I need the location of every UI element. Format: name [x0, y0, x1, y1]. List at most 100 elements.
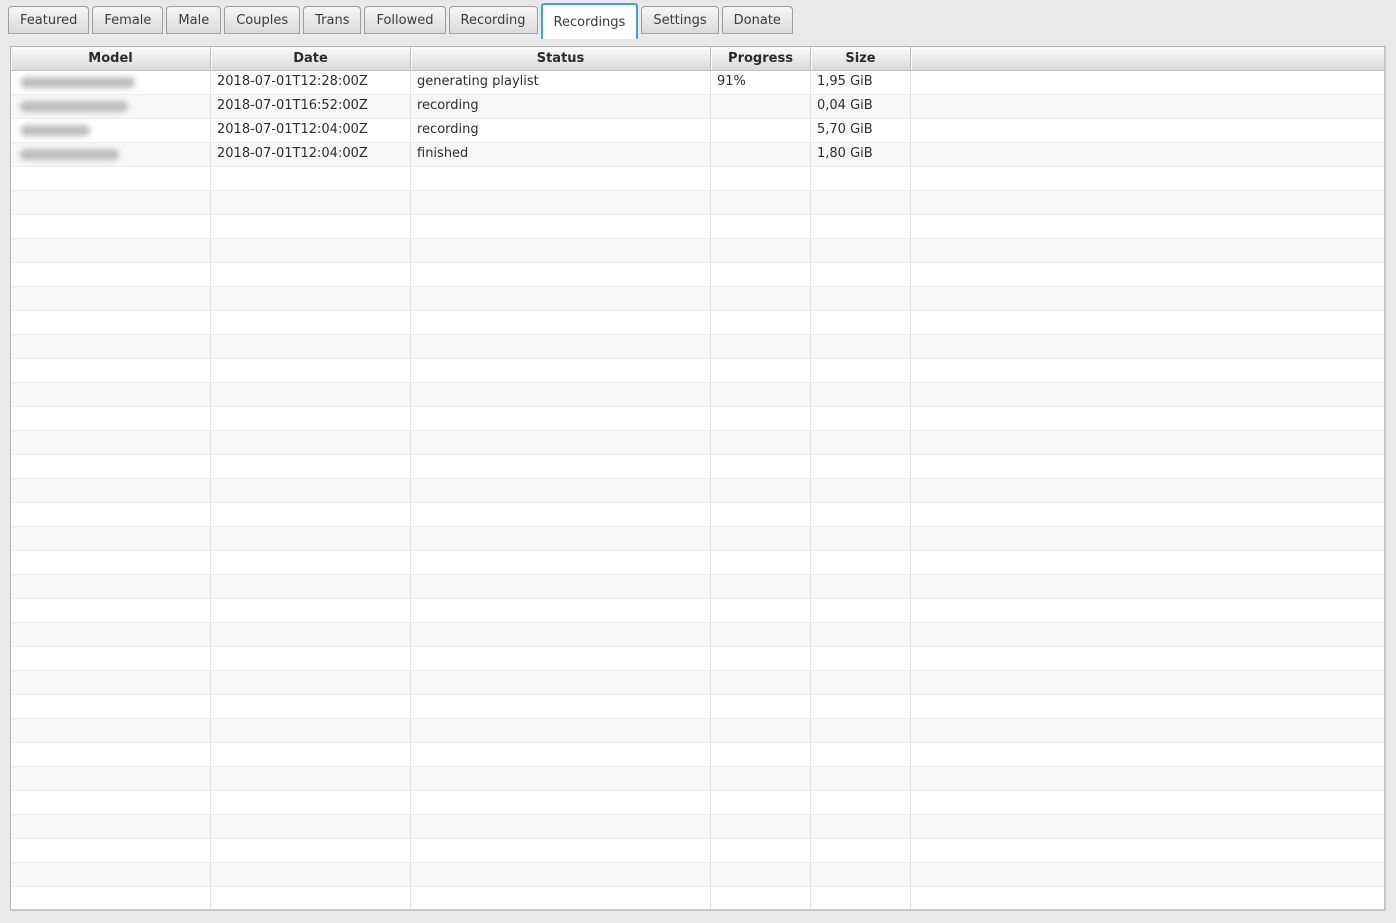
table-row-empty [11, 863, 1384, 887]
cell-date [211, 263, 411, 286]
table-row-empty [11, 335, 1384, 359]
tab-recordings[interactable]: Recordings [541, 3, 639, 39]
cell-progress [711, 95, 811, 118]
column-header-size[interactable]: Size [811, 47, 911, 70]
cell-status [411, 407, 711, 430]
tab-female[interactable]: Female [92, 6, 163, 34]
cell-blank [911, 863, 1384, 886]
table-row-empty [11, 623, 1384, 647]
cell-model [11, 335, 211, 358]
table-row-empty [11, 527, 1384, 551]
column-header-blank [911, 47, 1384, 70]
cell-date [211, 311, 411, 334]
tab-donate[interactable]: Donate [722, 6, 793, 34]
cell-progress [711, 263, 811, 286]
cell-blank [911, 119, 1384, 142]
tab-featured[interactable]: Featured [8, 6, 89, 34]
cell-progress [711, 383, 811, 406]
cell-date [211, 455, 411, 478]
cell-date [211, 839, 411, 862]
cell-model [11, 623, 211, 646]
cell-date [211, 671, 411, 694]
cell-progress [711, 695, 811, 718]
cell-progress [711, 815, 811, 838]
cell-progress [711, 647, 811, 670]
cell-date: 2018-07-01T12:04:00Z [211, 143, 411, 166]
table-row-empty [11, 167, 1384, 191]
cell-size [811, 623, 911, 646]
cell-status [411, 527, 711, 550]
cell-progress [711, 311, 811, 334]
cell-blank [911, 335, 1384, 358]
cell-size: 0,04 GiB [811, 95, 911, 118]
tab-settings[interactable]: Settings [641, 6, 718, 34]
column-header-model[interactable]: Model [11, 47, 211, 70]
tab-trans[interactable]: Trans [303, 6, 361, 34]
cell-date [211, 479, 411, 502]
cell-model [11, 695, 211, 718]
cell-blank [911, 719, 1384, 742]
cell-status [411, 767, 711, 790]
cell-status [411, 215, 711, 238]
column-header-progress[interactable]: Progress [711, 47, 811, 70]
cell-progress [711, 791, 811, 814]
cell-size [811, 359, 911, 382]
cell-status [411, 167, 711, 190]
table-row[interactable]: 2018-07-01T12:04:00Z recording 5,70 GiB [11, 119, 1384, 143]
table-row-empty [11, 791, 1384, 815]
cell-model [11, 479, 211, 502]
table-row[interactable]: 2018-07-01T16:52:00Z recording 0,04 GiB [11, 95, 1384, 119]
cell-date [211, 287, 411, 310]
cell-date [211, 503, 411, 526]
cell-model [11, 671, 211, 694]
cell-size [811, 191, 911, 214]
table-row[interactable]: 2018-07-01T12:04:00Z finished 1,80 GiB [11, 143, 1384, 167]
column-header-date[interactable]: Date [211, 47, 411, 70]
cell-blank [911, 575, 1384, 598]
cell-model [11, 191, 211, 214]
cell-model [11, 863, 211, 886]
cell-date [211, 599, 411, 622]
cell-progress [711, 119, 811, 142]
cell-date [211, 383, 411, 406]
cell-model [11, 503, 211, 526]
cell-blank [911, 503, 1384, 526]
cell-progress [711, 407, 811, 430]
cell-model [11, 95, 211, 118]
cell-blank [911, 767, 1384, 790]
table-row-empty [11, 503, 1384, 527]
cell-blank [911, 407, 1384, 430]
table-row[interactable]: 2018-07-01T12:28:00Z generating playlist… [11, 71, 1384, 95]
cell-status [411, 647, 711, 670]
tab-couples[interactable]: Couples [224, 6, 300, 34]
cell-status [411, 335, 711, 358]
cell-progress [711, 455, 811, 478]
column-header-status[interactable]: Status [411, 47, 711, 70]
cell-progress [711, 863, 811, 886]
cell-progress [711, 839, 811, 862]
cell-size: 5,70 GiB [811, 119, 911, 142]
cell-progress [711, 431, 811, 454]
table-body: 2018-07-01T12:28:00Z generating playlist… [11, 71, 1384, 911]
cell-progress [711, 671, 811, 694]
cell-status [411, 359, 711, 382]
tab-recording[interactable]: Recording [449, 6, 538, 34]
cell-status: recording [411, 119, 711, 142]
cell-size [811, 527, 911, 550]
cell-size [811, 839, 911, 862]
cell-progress [711, 551, 811, 574]
table-row-empty [11, 263, 1384, 287]
cell-date [211, 527, 411, 550]
cell-progress [711, 239, 811, 262]
cell-date [211, 887, 411, 910]
cell-status [411, 551, 711, 574]
cell-size [811, 287, 911, 310]
cell-model [11, 287, 211, 310]
cell-model [11, 359, 211, 382]
table-row-empty [11, 287, 1384, 311]
tab-male[interactable]: Male [166, 6, 221, 34]
tab-followed[interactable]: Followed [364, 6, 445, 34]
cell-progress [711, 527, 811, 550]
cell-size [811, 767, 911, 790]
cell-status [411, 719, 711, 742]
